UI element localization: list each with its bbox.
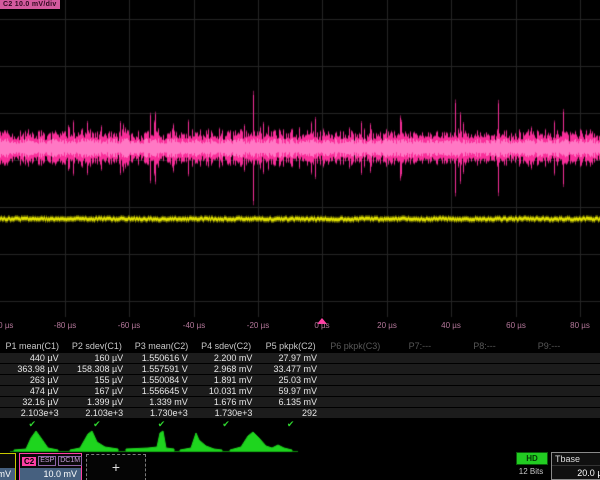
measure-value: 27.97 mV <box>258 353 323 364</box>
timebase-per-div: 20.0 µs <box>552 466 600 480</box>
measure-value: 158.308 µV <box>65 364 130 375</box>
measure-value: 160 µV <box>65 353 130 364</box>
measure-value: 1.730e+3 <box>129 408 194 419</box>
measure-value: 363.98 µV <box>0 364 65 375</box>
time-axis: -100 µs -80 µs -60 µs -40 µs -20 µs 0 µs 20 µs… <box>0 318 600 334</box>
time-axis-label: -100 µs <box>0 321 13 330</box>
c2-volts-per-div: 10.0 mV <box>20 468 81 480</box>
measure-column-header[interactable]: P4 sdev(C2) <box>194 340 259 353</box>
measure-column-header[interactable]: P6 pkpk(C3) <box>323 340 388 353</box>
measure-table-row: 440 µV160 µV1.550616 V2.200 mV27.97 mV <box>0 353 600 364</box>
measure-column-header[interactable]: P9:--- <box>517 340 582 353</box>
esp-badge-c2: ESP <box>38 456 56 466</box>
measure-value: 292 <box>258 408 323 419</box>
measure-value: 1.550084 V <box>129 375 194 386</box>
measure-column-header[interactable]: P2 sdev(C1) <box>65 340 130 353</box>
hd-mode-badge[interactable]: HD <box>516 452 548 465</box>
measure-table: P1 mean(C1)P2 sdev(C1)P3 mean(C2)P4 sdev… <box>0 340 600 432</box>
measure-column-header[interactable]: P3 mean(C2) <box>129 340 194 353</box>
measure-value: 1.550616 V <box>129 353 194 364</box>
measure-value: 167 µV <box>65 386 130 397</box>
measure-value: 33.477 mV <box>258 364 323 375</box>
time-axis-label: -40 µs <box>183 321 205 330</box>
coupling-badge-c2: DC1M <box>58 456 82 466</box>
measure-value: 25.03 mV <box>258 375 323 386</box>
measure-value: 2.103e+3 <box>0 408 65 419</box>
measure-value: 474 µV <box>0 386 65 397</box>
measure-value: 1.730e+3 <box>194 408 259 419</box>
measure-table-row: 32.16 µV1.399 µV1.339 mV1.676 mV6.135 mV <box>0 397 600 408</box>
measure-column-header[interactable]: P5 pkpk(C2) <box>258 340 323 353</box>
time-axis-label: -20 µs <box>247 321 269 330</box>
oscilloscope-screen: C2 10.0 mV/div -100 µs -80 µs -60 µs -40 µs… <box>0 0 600 480</box>
time-axis-label: -80 µs <box>54 321 76 330</box>
measure-value: 155 µV <box>65 375 130 386</box>
measure-column-header[interactable]: P7:--- <box>388 340 453 353</box>
measure-column-header[interactable]: P1 mean(C1) <box>0 340 65 353</box>
measure-value: 1.891 mV <box>194 375 259 386</box>
time-axis-label: -60 µs <box>118 321 140 330</box>
channel-c2-label: C2 <box>22 457 36 466</box>
measure-table-row: 2.103e+32.103e+31.730e+31.730e+3292 <box>0 408 600 419</box>
measure-value: 6.135 mV <box>258 397 323 408</box>
time-axis-label: 80 µs <box>570 321 590 330</box>
time-axis-label: 20 µs <box>377 321 397 330</box>
measure-table-row: 263 µV155 µV1.550084 V1.891 mV25.03 mV <box>0 375 600 386</box>
channel-descriptor-c1[interactable]: C1 DC1M 10.0 mV <box>0 453 16 480</box>
time-axis-label: 0 µs <box>314 321 329 330</box>
measure-value: 263 µV <box>0 375 65 386</box>
resolution-bits: 12 Bits <box>512 467 550 476</box>
measurement-histicons[interactable] <box>0 428 600 454</box>
measure-value: 1.339 mV <box>129 397 194 408</box>
timebase-label: Tbase <box>552 453 600 466</box>
waveform-grid[interactable] <box>0 0 600 336</box>
measure-value: 2.200 mV <box>194 353 259 364</box>
measure-table-row: 363.98 µV158.308 µV1.557591 V2.968 mV33.… <box>0 364 600 375</box>
measure-value: 1.556645 V <box>129 386 194 397</box>
measure-column-header[interactable]: P8:--- <box>452 340 517 353</box>
measure-value: 59.97 mV <box>258 386 323 397</box>
measure-column-header[interactable]: P10:--- <box>581 340 600 353</box>
channel-descriptor-c2[interactable]: C2 ESP DC1M 10.0 mV <box>19 453 82 480</box>
measure-value: 2.103e+3 <box>65 408 130 419</box>
measure-value: 32.16 µV <box>0 397 65 408</box>
time-axis-label: 40 µs <box>441 321 461 330</box>
trace-label: C2 10.0 mV/div <box>0 0 60 9</box>
measure-value: 440 µV <box>0 353 65 364</box>
timebase-descriptor[interactable]: Tbase 20.0 µs <box>551 452 600 480</box>
measure-value: 2.968 mV <box>194 364 259 375</box>
measure-value: 1.676 mV <box>194 397 259 408</box>
measure-value: 10.031 mV <box>194 386 259 397</box>
measure-table-row: 474 µV167 µV1.556645 V10.031 mV59.97 mV <box>0 386 600 397</box>
measure-value: 1.399 µV <box>65 397 130 408</box>
c1-volts-per-div: 10.0 mV <box>0 468 15 480</box>
add-trace-button[interactable]: + <box>86 454 146 480</box>
measure-value: 1.557591 V <box>129 364 194 375</box>
time-axis-label: 60 µs <box>506 321 526 330</box>
